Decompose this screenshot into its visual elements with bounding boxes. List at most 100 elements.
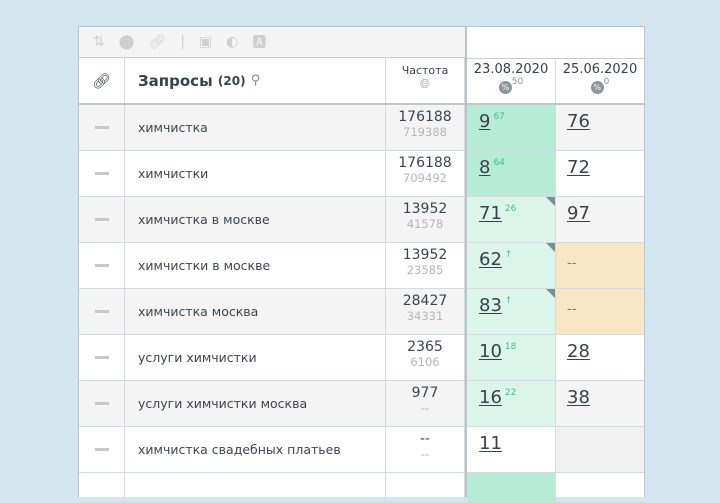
frequency-cell: 977 --: [386, 381, 465, 426]
table-row: химчистка москва 28427 34331 83 ↑ --: [79, 289, 644, 335]
position-delta: 64: [493, 158, 505, 168]
dash-icon: [94, 310, 109, 313]
position-link[interactable]: 16: [479, 387, 502, 408]
position-link[interactable]: 10: [479, 341, 502, 362]
position-delta: ↑: [504, 296, 513, 306]
position-link[interactable]: 97: [567, 203, 590, 224]
table-row: химчистки 176188 709492 8 64 72: [79, 151, 644, 197]
sort-icon[interactable]: ⇅: [93, 34, 105, 50]
toolbar-right: [467, 27, 644, 59]
query-text[interactable]: химчистка свадебных платьев: [125, 427, 386, 472]
dash-icon: [94, 126, 109, 129]
globe-icon: 🌐︎: [419, 77, 431, 92]
position-cell: 62 ↑: [467, 243, 556, 288]
row-toggle[interactable]: [79, 197, 125, 242]
query-text[interactable]: химчистки в москве: [125, 243, 386, 288]
frequency-cell: 13952 23585: [386, 243, 465, 288]
position-cell: 72: [556, 151, 644, 196]
table-row: услуги химчистки москва 977 -- 16 22 38: [79, 381, 644, 427]
table-row: услуги химчистки 2365 6106 10 18 28: [79, 335, 644, 381]
search-icon[interactable]: ⚲: [251, 73, 261, 88]
dash-icon: [94, 218, 109, 221]
row-toggle[interactable]: [79, 105, 125, 150]
position-link[interactable]: 62: [479, 249, 502, 270]
table-row: химчистка 176188 719388 9 67 76: [79, 105, 644, 151]
position-cell: 11: [467, 427, 556, 472]
query-text[interactable]: услуги химчистки: [125, 335, 386, 380]
font-icon[interactable]: 🅰︎: [252, 32, 266, 52]
percent-icon: %: [498, 81, 512, 94]
query-text[interactable]: химчистки: [125, 151, 386, 196]
position-delta: ↑: [504, 250, 513, 260]
frequency-header[interactable]: Частота 🌐︎: [386, 58, 465, 103]
query-text[interactable]: химчистка в москве: [125, 197, 386, 242]
toggle-icon[interactable]: ⬤: [119, 34, 135, 50]
position-cell: 16 22: [467, 381, 556, 426]
frequency-cell: 13952 41578: [386, 197, 465, 242]
position-cell: 8 64: [467, 151, 556, 196]
position-link[interactable]: 71: [479, 203, 502, 224]
position-link[interactable]: 9: [479, 111, 490, 132]
position-cell: 83 ↑: [467, 289, 556, 334]
position-delta: 22: [504, 388, 517, 398]
link-header-icon[interactable]: 🔗︎: [79, 58, 125, 103]
column-divider: [465, 27, 467, 497]
position-cell: 71 26: [467, 197, 556, 242]
dash-icon: [94, 172, 109, 175]
position-cell: 10 18: [467, 335, 556, 380]
calendar-icon[interactable]: ▣: [199, 34, 212, 50]
position-link[interactable]: 8: [479, 157, 490, 178]
contrast-icon[interactable]: ◐: [226, 34, 238, 50]
percent-icon: %: [590, 81, 604, 94]
row-toggle[interactable]: [79, 289, 125, 334]
frequency-cell: 176188 719388: [386, 105, 465, 150]
date-header[interactable]: 25.06.2020 %0: [556, 58, 644, 103]
row-toggle[interactable]: [79, 381, 125, 426]
position-link[interactable]: 83: [479, 295, 502, 316]
table-row: химчистка в москве 13952 41578 71 26 97: [79, 197, 644, 243]
row-toggle[interactable]: [79, 243, 125, 288]
frequency-cell: -- --: [386, 427, 465, 472]
row-toggle[interactable]: [79, 335, 125, 380]
dash-icon: [94, 402, 109, 405]
table-row: химчистки в москве 13952 23585 62 ↑ --: [79, 243, 644, 289]
query-text[interactable]: химчистка: [125, 105, 386, 150]
position-delta: 26: [504, 204, 517, 214]
position-link[interactable]: --: [567, 302, 576, 317]
frequency-cell: 2365 6106: [386, 335, 465, 380]
frequency-cell: 176188 709492: [386, 151, 465, 196]
position-cell: [556, 427, 644, 472]
dash-icon: [94, 356, 109, 359]
position-link[interactable]: --: [567, 256, 576, 271]
position-link[interactable]: 11: [479, 433, 502, 454]
row-toggle[interactable]: [79, 151, 125, 196]
toolbar-divider: |: [180, 34, 185, 50]
queries-table: ⇅ ⬤ 🔗︎ | ▣ ◐ 🅰︎ 🔗︎ Запросы (20) ⚲ Частот…: [78, 26, 645, 503]
position-link[interactable]: 72: [567, 157, 590, 178]
toolbar: ⇅ ⬤ 🔗︎ | ▣ ◐ 🅰︎: [79, 27, 465, 58]
position-cell: 9 67: [467, 105, 556, 150]
row-toggle[interactable]: [79, 427, 125, 472]
link-icon[interactable]: 🔗︎: [148, 34, 166, 50]
position-delta: 18: [504, 342, 517, 352]
query-text[interactable]: химчистка москва: [125, 289, 386, 334]
position-cell: 76: [556, 105, 644, 150]
position-delta: 67: [493, 112, 505, 122]
position-cell: 28: [556, 335, 644, 380]
table-row: химчистка свадебных платьев -- -- 11: [79, 427, 644, 473]
position-link[interactable]: 76: [567, 111, 590, 132]
frequency-cell: 28427 34331: [386, 289, 465, 334]
dash-icon: [94, 448, 109, 451]
position-cell: 38: [556, 381, 644, 426]
table-row: [79, 473, 644, 503]
position-link[interactable]: 28: [567, 341, 590, 362]
position-cell: --: [556, 289, 644, 334]
position-cell: --: [556, 243, 644, 288]
queries-header[interactable]: Запросы (20) ⚲: [125, 58, 386, 103]
table-header: 🔗︎ Запросы (20) ⚲ Частота 🌐︎ 23.08.2020 %5…: [79, 58, 644, 105]
query-text[interactable]: услуги химчистки москва: [125, 381, 386, 426]
position-link[interactable]: 38: [567, 387, 590, 408]
dash-icon: [94, 264, 109, 267]
date-header[interactable]: 23.08.2020 %50: [467, 58, 556, 103]
position-cell: 97: [556, 197, 644, 242]
